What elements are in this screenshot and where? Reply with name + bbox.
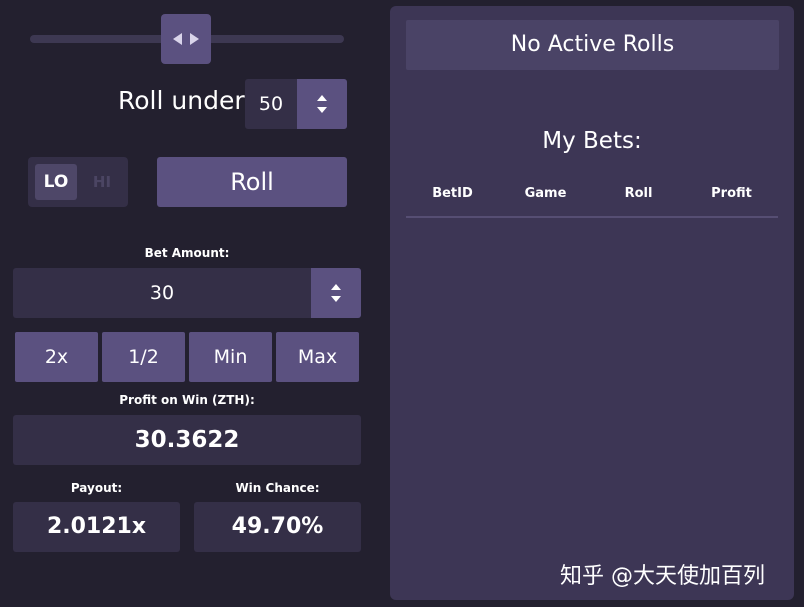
profit-value: 30.3622 — [13, 415, 361, 465]
column-header-roll: Roll — [624, 186, 653, 201]
hi-button[interactable]: HI — [83, 164, 121, 200]
lo-button[interactable]: LO — [35, 164, 77, 200]
roll-under-label: Roll under: — [118, 86, 253, 115]
double-bet-button[interactable]: 2x — [15, 332, 98, 382]
payout-value: 2.0121x — [13, 502, 180, 552]
dice-control-panel: Roll under: 50 LO HI Roll Bet Amount: 30… — [0, 0, 390, 607]
win-chance-value: 49.70% — [194, 502, 361, 552]
roll-button[interactable]: Roll — [157, 157, 347, 207]
column-header-game: Game — [524, 186, 567, 201]
min-bet-button[interactable]: Min — [189, 332, 272, 382]
roll-under-stepper[interactable] — [297, 79, 347, 129]
payout-label: Payout: — [70, 481, 123, 495]
lo-hi-toggle[interactable]: LO HI — [28, 157, 128, 207]
profit-label: Profit on Win (ZTH): — [119, 393, 255, 407]
chevron-up-icon[interactable] — [331, 284, 341, 290]
bet-amount-input[interactable]: 30 — [13, 268, 311, 318]
roll-under-input[interactable]: 50 — [245, 79, 297, 129]
watermark-text: 知乎 @大天使加百列 — [560, 564, 765, 589]
column-header-betid: BetID — [432, 186, 473, 201]
chevron-down-icon[interactable] — [331, 296, 341, 302]
column-header-profit: Profit — [711, 186, 752, 201]
max-bet-button[interactable]: Max — [276, 332, 359, 382]
bet-amount-stepper[interactable] — [311, 268, 361, 318]
bet-amount-field[interactable]: 30 — [13, 268, 361, 318]
bet-quick-buttons: 2x 1/2 Min Max — [15, 332, 359, 382]
arrow-right-icon — [190, 33, 199, 45]
arrow-left-icon — [173, 33, 182, 45]
my-bets-title: My Bets: — [542, 128, 642, 154]
win-chance-label: Win Chance: — [235, 481, 320, 495]
active-rolls-banner: No Active Rolls — [406, 20, 779, 70]
roll-slider-handle[interactable] — [161, 14, 211, 64]
bet-amount-label: Bet Amount: — [144, 246, 230, 260]
bets-panel: No Active Rolls My Bets: BetID Game Roll… — [390, 6, 794, 600]
chevron-down-icon[interactable] — [317, 107, 327, 113]
chevron-up-icon[interactable] — [317, 95, 327, 101]
half-bet-button[interactable]: 1/2 — [102, 332, 185, 382]
roll-under-field[interactable]: 50 — [245, 79, 347, 129]
bets-table-header: BetID Game Roll Profit — [406, 184, 778, 218]
